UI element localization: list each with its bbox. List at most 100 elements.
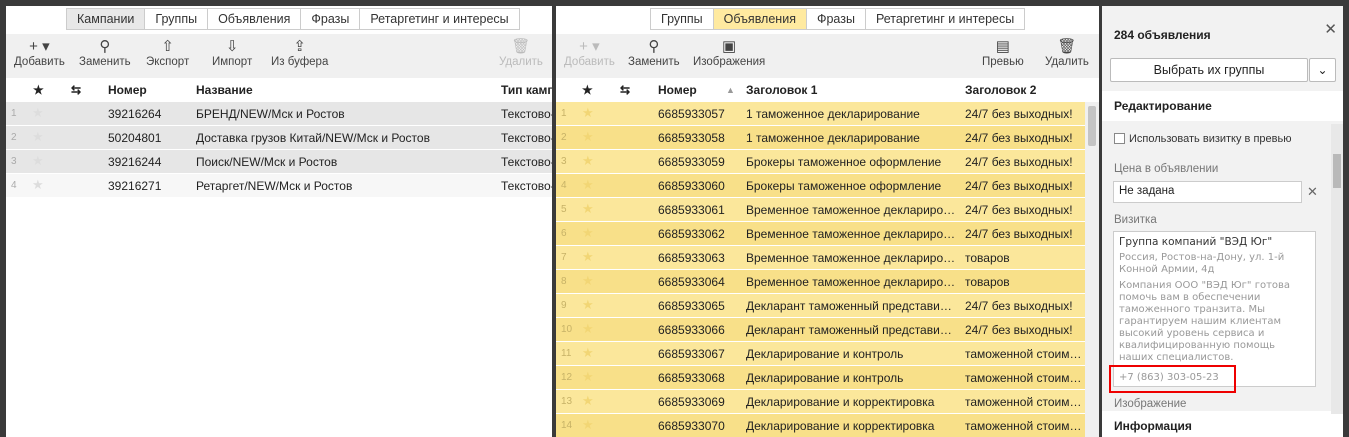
table-row[interactable]: 10 ★ 6685933066 Декларант таможенный предст…	[556, 318, 1099, 342]
star-icon[interactable]: ★	[582, 393, 594, 409]
table-row[interactable]: 3 ★ 39216244 Поиск/NEW/Мск и Ростов Текс…	[6, 150, 552, 174]
vcard-address: Россия, Ростов-на-Дону, ул. 1-й Конной А…	[1119, 252, 1285, 275]
images-label: Изображения	[693, 56, 766, 68]
star-icon[interactable]: ★	[582, 249, 594, 265]
star-icon[interactable]: ★	[582, 417, 594, 433]
favorite-column-header[interactable]: ★	[33, 83, 44, 97]
title1-column-header[interactable]: Заголовок 1	[746, 83, 817, 97]
tab-ads[interactable]: Объявления	[208, 9, 302, 29]
star-icon[interactable]: ★	[582, 201, 594, 217]
row-index: 2	[561, 132, 567, 143]
number-column-header[interactable]: Номер	[658, 83, 697, 97]
clear-price-icon[interactable]: ✕	[1307, 184, 1318, 200]
tab-groups[interactable]: Группы	[651, 9, 714, 29]
checkbox-icon[interactable]	[1114, 133, 1125, 144]
replace-label: Заменить	[628, 56, 680, 68]
star-icon[interactable]: ★	[582, 345, 594, 361]
table-row[interactable]: 5 ★ 6685933061 Временное таможенное деклари…	[556, 198, 1099, 222]
ads-scrollbar[interactable]	[1085, 102, 1099, 437]
scroll-thumb[interactable]	[1088, 106, 1096, 146]
ad-number: 6685933067	[658, 347, 725, 361]
preview-button[interactable]: ▤ Превью	[982, 38, 1024, 68]
clipboard-label: Из буфера	[271, 56, 329, 68]
tab-phrases[interactable]: Фразы	[301, 9, 361, 29]
import-icon: ⇩	[225, 38, 239, 55]
table-row[interactable]: 4 ★ 6685933060 Брокеры таможенное оформлени…	[556, 174, 1099, 198]
table-row[interactable]: 13 ★ 6685933069 Декларирование и корректиро…	[556, 390, 1099, 414]
tab-groups[interactable]: Группы	[145, 9, 209, 29]
add-button[interactable]: + ▾ Добавить	[564, 38, 615, 68]
price-field[interactable]: Не задана	[1113, 181, 1302, 203]
ad-title1: Брокеры таможенное оформление	[746, 179, 942, 193]
type-column-header[interactable]: Тип камп	[501, 83, 552, 97]
sort-asc-icon[interactable]: ▲	[726, 85, 735, 95]
clipboard-button[interactable]: ⇪ Из буфера	[271, 38, 328, 68]
star-icon[interactable]: ★	[582, 105, 594, 121]
close-icon[interactable]: ✕	[1324, 20, 1337, 38]
star-icon[interactable]: ★	[32, 129, 44, 145]
table-row[interactable]: 11 ★ 6685933067 Декларирование и контроль та…	[556, 342, 1099, 366]
table-row[interactable]: 14 ★ 6685933070 Декларирование и корректиро…	[556, 414, 1099, 437]
replace-button[interactable]: ⚲ Заменить	[79, 38, 131, 68]
chevron-down-icon[interactable]: ⌄	[1309, 58, 1336, 82]
editor-scrollbar[interactable]	[1331, 124, 1343, 414]
delete-button[interactable]: 🗑 Удалить	[499, 38, 543, 68]
tab-ads[interactable]: Объявления	[713, 9, 807, 29]
star-icon[interactable]: ★	[582, 273, 594, 289]
row-index: 3	[561, 156, 567, 167]
tab-phrases[interactable]: Фразы	[807, 9, 866, 29]
table-row[interactable]: 2 ★ 6685933058 1 таможенное декларирование 2…	[556, 126, 1099, 150]
scroll-thumb[interactable]	[1333, 154, 1341, 188]
star-icon[interactable]: ★	[582, 321, 594, 337]
tab-campaigns[interactable]: Кампании	[67, 9, 146, 29]
star-icon[interactable]: ★	[582, 177, 594, 193]
tab-retargeting[interactable]: Ретаргетинг и интересы	[866, 9, 1024, 29]
row-index: 7	[561, 252, 567, 263]
table-row[interactable]: 2 ★ 50204801 Доставка грузов Китай/NEW/М…	[6, 126, 552, 150]
vcard-box[interactable]: Группа компаний "ВЭД Юг" Россия, Ростов-…	[1113, 231, 1316, 387]
favorite-column-header[interactable]: ★	[582, 83, 593, 97]
plus-icon: + ▾	[29, 38, 50, 55]
table-row[interactable]: 8 ★ 6685933064 Временное таможенное деклари…	[556, 270, 1099, 294]
export-button[interactable]: ⇧ Экспорт	[146, 38, 189, 68]
row-index: 9	[561, 300, 567, 311]
add-button[interactable]: + ▾ Добавить	[14, 38, 65, 68]
images-button[interactable]: ▣ Изображения	[693, 38, 765, 68]
ad-number: 6685933065	[658, 299, 725, 313]
table-row[interactable]: 7 ★ 6685933063 Временное таможенное деклари…	[556, 246, 1099, 270]
replace-button[interactable]: ⚲ Заменить	[628, 38, 680, 68]
select-groups-button[interactable]: Выбрать их группы	[1110, 58, 1308, 82]
star-icon[interactable]: ★	[582, 225, 594, 241]
name-column-header[interactable]: Название	[196, 83, 253, 97]
ad-number: 6685933070	[658, 419, 725, 433]
table-row[interactable]: 3 ★ 6685933059 Брокеры таможенное оформлени…	[556, 150, 1099, 174]
campaign-name: Доставка грузов Китай/NEW/Мск и Ростов	[196, 131, 430, 145]
table-row[interactable]: 12 ★ 6685933068 Декларирование и контроль та…	[556, 366, 1099, 390]
star-icon[interactable]: ★	[32, 177, 44, 193]
number-column-header[interactable]: Номер	[108, 83, 147, 97]
table-row[interactable]: 1 ★ 39216264 БРЕНД/NEW/Мск и Ростов Текс…	[6, 102, 552, 126]
sort-toggle-icon[interactable]: ⇆	[620, 83, 630, 97]
vcard-name: Группа компаний "ВЭД Юг"	[1119, 236, 1273, 248]
star-icon[interactable]: ★	[582, 129, 594, 145]
star-icon[interactable]: ★	[32, 105, 44, 121]
table-row[interactable]: 9 ★ 6685933065 Декларант таможенный предста…	[556, 294, 1099, 318]
star-icon[interactable]: ★	[32, 153, 44, 169]
star-icon[interactable]: ★	[582, 369, 594, 385]
tab-retargeting[interactable]: Ретаргетинг и интересы	[360, 9, 518, 29]
import-button[interactable]: ⇩ Импорт	[212, 38, 252, 68]
ad-number: 6685933066	[658, 323, 725, 337]
delete-button[interactable]: 🗑 Удалить	[1045, 38, 1089, 68]
title2-column-header[interactable]: Заголовок 2	[965, 83, 1036, 97]
ad-title1: Декларант таможенный представитель	[746, 323, 956, 337]
table-row[interactable]: 4 ★ 39216271 Ретаргет/NEW/Мск и Ростов Т…	[6, 174, 552, 198]
star-icon[interactable]: ★	[582, 153, 594, 169]
table-row[interactable]: 1 ★ 6685933057 1 таможенное декларирование 2…	[556, 102, 1099, 126]
ad-title2: товаров	[965, 251, 1010, 265]
star-icon[interactable]: ★	[582, 297, 594, 313]
use-vcard-checkbox[interactable]: Использовать визитку в превью	[1114, 133, 1291, 145]
sort-toggle-icon[interactable]: ⇆	[71, 83, 81, 97]
table-header: ★ ⇆ Номер ▲ Заголовок 1 Заголовок 2	[556, 78, 1099, 102]
row-index: 2	[11, 132, 17, 143]
table-row[interactable]: 6 ★ 6685933062 Временное таможенное деклари…	[556, 222, 1099, 246]
